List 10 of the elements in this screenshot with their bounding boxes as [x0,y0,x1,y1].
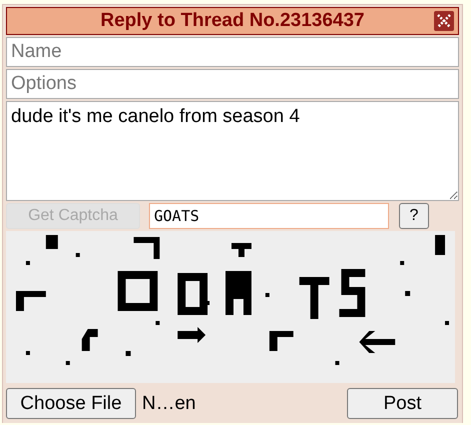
comment-field[interactable]: dude it's me canelo from season 4 [6,101,459,201]
captcha-field[interactable]: GOATS [149,203,389,229]
choose-file-button[interactable]: Choose File [6,388,136,419]
post-button[interactable]: Post [347,388,458,419]
close-icon[interactable] [434,11,454,31]
window-title: Reply to Thread No.23136437 [100,10,364,32]
file-name: N…en [142,392,197,414]
help-button[interactable]: ? [399,203,429,229]
text-field[interactable]: Name [6,37,459,67]
text-field[interactable]: Options [6,69,459,99]
